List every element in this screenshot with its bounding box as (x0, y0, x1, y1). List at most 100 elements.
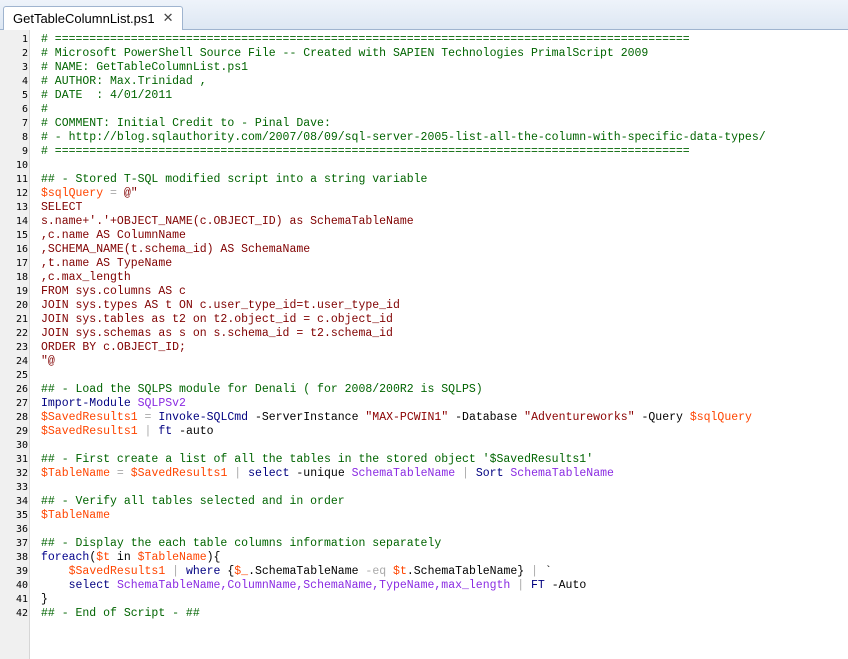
code-text: ## - Verify all tables selected and in o… (41, 495, 345, 509)
code-text: ,SCHEMA_NAME(t.schema_id) AS SchemaName (41, 243, 310, 257)
line-number: 28 (15, 412, 28, 423)
code-line[interactable]: 26 ## - Load the SQLPS module for Denali … (0, 383, 848, 397)
code-text: # NAME: GetTableColumnList.ps1 (41, 61, 248, 75)
code-line[interactable]: 31 ## - First create a list of all the ta… (0, 453, 848, 467)
code-token: -eq (365, 565, 387, 578)
line-number: 22 (15, 328, 28, 339)
code-line[interactable]: 39 $SavedResults1 | where {$_.SchemaTabl… (0, 565, 848, 579)
code-token: ORDER BY c.OBJECT_ID; (41, 341, 186, 354)
code-token: SchemaTableName (351, 467, 456, 480)
code-line[interactable]: 6 # (0, 103, 848, 117)
code-token: ## - Verify all tables selected and in o… (41, 495, 345, 508)
code-line[interactable]: 35 $TableName (0, 509, 848, 523)
code-line[interactable]: 13 SELECT (0, 201, 848, 215)
code-token: ## - Display the each table columns info… (41, 537, 442, 550)
code-token: ` (544, 565, 552, 578)
code-token: SchemaTableName (510, 467, 614, 480)
code-text: FROM sys.columns AS c (41, 285, 186, 299)
code-line[interactable]: 14 s.name+'.'+OBJECT_NAME(c.OBJECT_ID) as… (0, 215, 848, 229)
code-token: $TableName (137, 551, 207, 564)
code-line[interactable]: 41} (0, 593, 848, 607)
line-number: 31 (15, 454, 28, 465)
code-token: ## - Stored T-SQL modified script into a… (41, 173, 428, 186)
code-line[interactable]: 9 # =====================================… (0, 145, 848, 159)
line-number: 37 (15, 538, 28, 549)
code-token: ## - Load the SQLPS module for Denali ( … (41, 383, 483, 396)
code-token: $SavedResults1 (130, 467, 228, 480)
line-number: 26 (15, 384, 28, 395)
code-line[interactable]: 10 (0, 159, 848, 173)
code-line[interactable]: 22 JOIN sys.schemas as s on s.schema_id =… (0, 327, 848, 341)
code-token: ,c.max_length (41, 271, 131, 284)
code-line[interactable]: 16 ,SCHEMA_NAME(t.schema_id) AS SchemaNam… (0, 243, 848, 257)
code-line[interactable]: 30 (0, 439, 848, 453)
code-token: Invoke-SQLCmd (158, 411, 249, 424)
code-editor[interactable]: 1 # =====================================… (0, 30, 848, 659)
code-line[interactable]: 1 # =====================================… (0, 33, 848, 47)
tab-getTableColumnList[interactable]: GetTableColumnList.ps1 ✕ (3, 6, 183, 30)
line-number: 30 (15, 440, 28, 451)
code-text: ## - Load the SQLPS module for Denali ( … (41, 383, 483, 397)
code-line[interactable]: 7 # COMMENT: Initial Credit to - Pinal Da… (0, 117, 848, 131)
code-line[interactable]: 28 $SavedResults1 = Invoke-SQLCmd -Server… (0, 411, 848, 425)
code-token: $t (96, 551, 111, 564)
code-token: SchemaTableName,ColumnName,SchemaName,Ty… (116, 579, 511, 592)
code-line[interactable]: 11 ## - Stored T-SQL modified script into… (0, 173, 848, 187)
line-number: 36 (15, 524, 28, 535)
line-number: 12 (15, 188, 28, 199)
code-line[interactable]: 4 # AUTHOR: Max.Trinidad , (0, 75, 848, 89)
code-line[interactable]: 40 select SchemaTableName,ColumnName,Sch… (0, 579, 848, 593)
code-line[interactable]: 37 ## - Display the each table columns in… (0, 537, 848, 551)
code-token: "Adventureworks" (524, 411, 635, 424)
code-line[interactable]: 3 # NAME: GetTableColumnList.ps1 (0, 61, 848, 75)
code-line[interactable]: 21 JOIN sys.tables as t2 on t2.object_id … (0, 313, 848, 327)
line-number: 20 (15, 300, 28, 311)
code-line[interactable]: 19 FROM sys.columns AS c (0, 285, 848, 299)
code-line[interactable]: 18 ,c.max_length (0, 271, 848, 285)
code-token: SELECT (41, 201, 83, 214)
code-line[interactable]: 25 (0, 369, 848, 383)
code-token: JOIN sys.tables as t2 on t2.object_id = … (41, 313, 393, 326)
code-token: .SchemaTableName} (406, 565, 525, 578)
code-text: select SchemaTableName,ColumnName,Schema… (41, 579, 587, 593)
code-token: ){ (206, 551, 221, 564)
code-line[interactable]: 23 ORDER BY c.OBJECT_ID; (0, 341, 848, 355)
code-text: # AUTHOR: Max.Trinidad , (41, 75, 207, 89)
code-line[interactable]: 42 ## - End of Script - ## (0, 607, 848, 621)
code-token: JOIN sys.types AS t ON c.user_type_id=t.… (41, 299, 400, 312)
code-text: ## - End of Script - ## (41, 607, 200, 621)
close-icon[interactable]: ✕ (163, 12, 174, 25)
code-line[interactable]: 38 foreach($t in $TableName){ (0, 551, 848, 565)
code-token: | (510, 579, 532, 592)
line-number: 27 (15, 398, 28, 409)
code-line[interactable]: 36 (0, 523, 848, 537)
code-text: foreach($t in $TableName){ (41, 551, 220, 565)
code-token: # - http://blog.sqlauthority.com/2007/08… (41, 131, 766, 144)
code-text: $TableName = $SavedResults1 | select -un… (41, 467, 614, 481)
code-line[interactable]: 15 ,c.name AS ColumnName (0, 229, 848, 243)
code-line[interactable]: 2 # Microsoft PowerShell Source File -- C… (0, 47, 848, 61)
code-line[interactable]: 33 (0, 481, 848, 495)
code-line[interactable]: 32 $TableName = $SavedResults1 | select -… (0, 467, 848, 481)
code-token: $t (393, 565, 407, 578)
code-lines: 1 # =====================================… (0, 33, 848, 621)
code-token: Import-Module (41, 397, 131, 410)
code-line[interactable]: 12 $sqlQuery = @" (0, 187, 848, 201)
code-line[interactable]: 29 $SavedResults1 | ft -auto (0, 425, 848, 439)
code-token: # AUTHOR: Max.Trinidad , (41, 75, 207, 88)
code-line[interactable]: 8 # - http://blog.sqlauthority.com/2007/0… (0, 131, 848, 145)
line-number: 14 (15, 216, 28, 227)
code-line[interactable]: 17 ,t.name AS TypeName (0, 257, 848, 271)
code-line[interactable]: 34 ## - Verify all tables selected and in… (0, 495, 848, 509)
line-number: 4 (21, 76, 28, 87)
line-number: 34 (15, 496, 28, 507)
code-line[interactable]: 27 Import-Module SQLPSv2 (0, 397, 848, 411)
code-line[interactable]: 20 JOIN sys.types AS t ON c.user_type_id=… (0, 299, 848, 313)
code-line[interactable]: 24 "@ (0, 355, 848, 369)
code-line[interactable]: 5 # DATE : 4/01/2011 (0, 89, 848, 103)
